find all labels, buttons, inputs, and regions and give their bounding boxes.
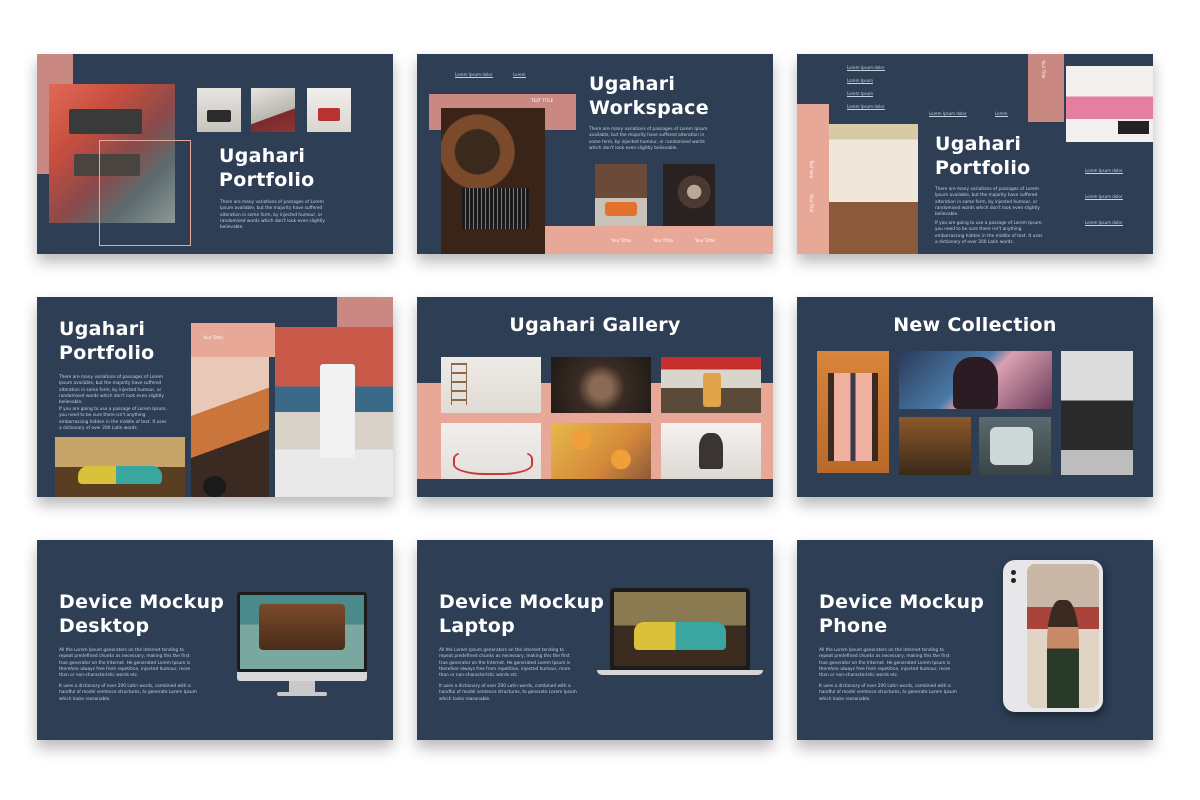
woman-photo <box>251 88 295 132</box>
moody-portrait-photo <box>551 357 651 413</box>
sunglasses-woman-photo <box>191 357 269 497</box>
tag-band <box>191 323 275 357</box>
slide-body-text: It uses a dictionary of over 200 Latin w… <box>59 684 197 702</box>
monitor-base <box>277 692 327 696</box>
side-link[interactable]: Lorem Ipsum dolor <box>1085 168 1123 174</box>
sofa-woman-photo <box>275 327 393 497</box>
slide-ugahari-workspace[interactable]: Lorem Ipsum dolor Lorem TEXT TITLE Ugaha… <box>417 54 773 254</box>
oranges-photo <box>551 423 651 479</box>
desktop-monitor <box>237 592 367 681</box>
slide-title: Ugahari Portfolio <box>219 145 315 191</box>
tag-label: TEXT TITLE <box>531 98 554 103</box>
slide-title: Ugahari Portfolio <box>935 133 1031 179</box>
projector-photo <box>663 164 715 226</box>
phone-mockup <box>1003 560 1103 712</box>
ladder-photo <box>441 357 541 413</box>
camera-photo <box>197 88 241 132</box>
phone-camera <box>1011 578 1016 583</box>
slide-title: Device Mockup Phone <box>819 591 985 637</box>
phone-camera <box>1011 570 1016 575</box>
pink-desk-photo <box>1066 66 1153 142</box>
slide-body-text: There are many variations of passages of… <box>589 127 708 151</box>
slide-body-text: It uses a dictionary of over 200 Latin w… <box>439 684 577 702</box>
slide-body-text: If you are going to use a passage of Lor… <box>59 407 167 431</box>
slide-ugahari-portfolio-4[interactable]: Ugahari Portfolio There are many variati… <box>37 297 393 497</box>
slide-body-text: There are many variations of passages of… <box>220 200 325 231</box>
slide-ugahari-portfolio-3[interactable]: Lorem Ipsum dolor Lorem Ipsum Lorem Ipsu… <box>797 54 1153 254</box>
slide-title: Ugahari Gallery <box>509 314 681 336</box>
laptop-screen <box>610 588 750 670</box>
nav-link[interactable]: Lorem Ipsum dolor <box>847 65 885 71</box>
slide-ugahari-gallery[interactable]: Ugahari Gallery <box>417 297 773 497</box>
caption: Your Tittle <box>695 238 715 243</box>
nav-link[interactable]: Lorem Ipsum <box>847 91 874 97</box>
nav-link[interactable]: Lorem <box>513 72 526 78</box>
turntable-photo <box>441 108 545 254</box>
street-photo <box>661 357 761 413</box>
slide-ugahari-portfolio-1[interactable]: Ugahari Portfolio There are many variati… <box>37 54 393 254</box>
shop-woman-screen-photo <box>1027 564 1099 708</box>
tshirt-photo <box>829 124 918 254</box>
red-camera-photo <box>307 88 351 132</box>
photo-frame-outline <box>99 140 191 246</box>
mime-photo <box>661 423 761 479</box>
slide-new-collection[interactable]: New Collection <box>797 297 1153 497</box>
van-building-photo <box>595 164 647 226</box>
accent-block-top <box>1028 54 1064 122</box>
slide-body-text: All the Lorem Ipsum generators on the In… <box>59 648 191 679</box>
vintage-cars-photo <box>55 437 185 497</box>
caption: Your Tittle <box>653 238 673 243</box>
nav-link[interactable]: Lorem Ipsum dolor <box>929 111 967 117</box>
slide-device-mockup-laptop[interactable]: Device Mockup Laptop All the Lorem Ipsum… <box>417 540 773 740</box>
slide-body-text: There are many variations of passages of… <box>935 187 1040 218</box>
dancers-photo <box>899 417 971 475</box>
vertical-label: Text here <box>809 160 814 179</box>
nav-link[interactable]: Lorem Ipsum dolor <box>847 104 885 110</box>
nav-link[interactable]: Lorem Ipsum dolor <box>455 72 493 78</box>
tag-label: Your Tittle <box>203 335 223 340</box>
slide-device-mockup-desktop[interactable]: Device Mockup Desktop All the Lorem Ipsu… <box>37 540 393 740</box>
slide-body-text: If you are going to use a passage of Lor… <box>935 221 1043 245</box>
vertical-label: Your Title <box>809 194 814 213</box>
accent-block-side <box>797 104 829 254</box>
bicycle-photo <box>441 423 541 479</box>
laptop-base <box>597 670 763 675</box>
slide-title: Ugahari Workspace <box>589 73 709 119</box>
slide-body-text: All the Lorem Ipsum generators on the In… <box>819 648 951 679</box>
neon-portrait-photo <box>899 351 1052 409</box>
slide-title: Device Mockup Desktop <box>59 591 225 637</box>
slide-title: Device Mockup Laptop <box>439 591 605 637</box>
nav-link[interactable]: Lorem <box>995 111 1008 117</box>
vertical-label: Your Title <box>1041 60 1046 79</box>
group-photo <box>1061 351 1133 475</box>
cars-screen-photo <box>614 592 746 666</box>
slide-title: New Collection <box>893 314 1057 336</box>
nav-link[interactable]: Lorem Ipsum <box>847 78 874 84</box>
slide-body-text: All the Lorem Ipsum generators on the In… <box>439 648 571 679</box>
two-girls-photo <box>817 351 889 473</box>
caption: Your Tittle <box>611 238 631 243</box>
slide-title: Ugahari Portfolio <box>59 318 155 364</box>
vintage-tv-photo <box>979 417 1051 475</box>
side-link[interactable]: Lorem Ipsum dolor <box>1085 220 1123 226</box>
slide-body-text: There are many variations of passages of… <box>59 375 164 406</box>
slide-device-mockup-phone[interactable]: Device Mockup Phone All the Lorem Ipsum … <box>797 540 1153 740</box>
radio-screen-photo <box>240 595 364 669</box>
slide-body-text: It uses a dictionary of over 200 Latin w… <box>819 684 957 702</box>
monitor-chin <box>237 672 367 681</box>
accent-corner <box>337 297 393 327</box>
side-link[interactable]: Lorem Ipsum dolor <box>1085 194 1123 200</box>
